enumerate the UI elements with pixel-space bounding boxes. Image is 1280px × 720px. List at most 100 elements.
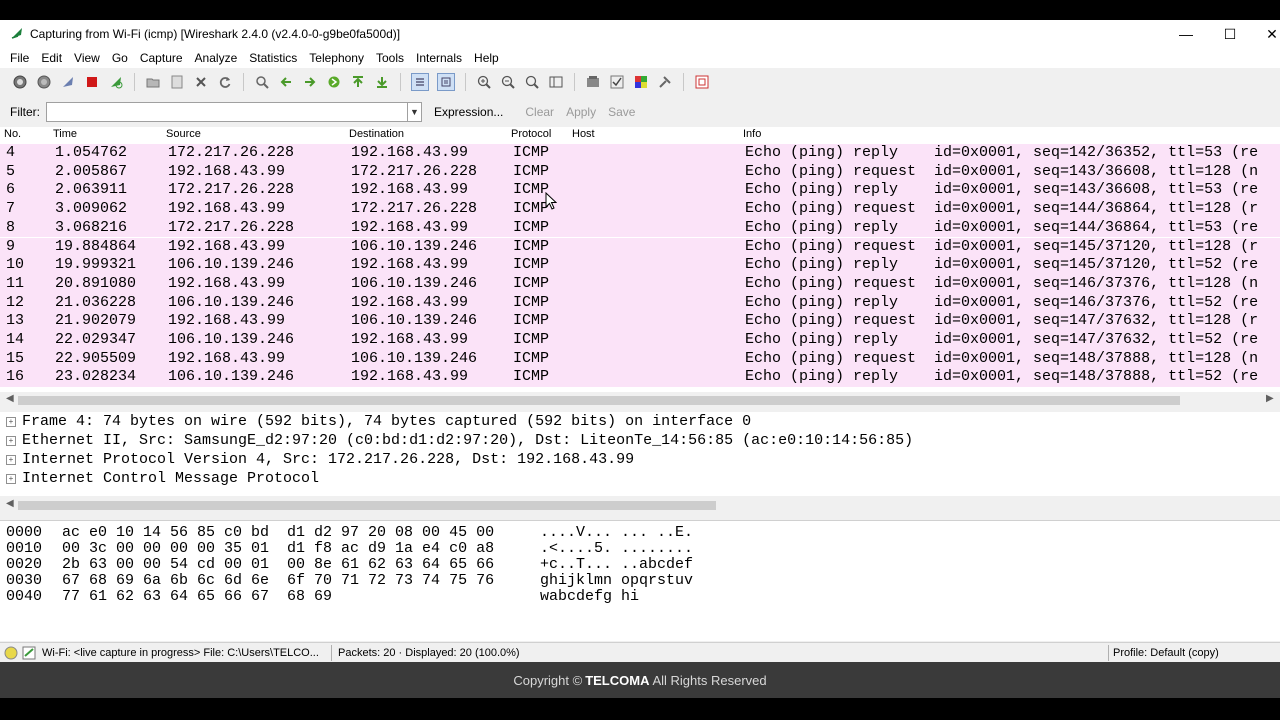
- expand-icon[interactable]: +: [6, 455, 16, 465]
- packet-row[interactable]: 4 1.054762 172.217.26.228 192.168.43.99 ICMP…: [0, 144, 1280, 163]
- packet-row[interactable]: 13 21.902079 192.168.43.99 106.10.139.246 IC…: [0, 312, 1280, 331]
- details-scrollbar[interactable]: ◀: [0, 497, 1280, 513]
- column-time[interactable]: Time: [53, 128, 77, 140]
- cell-info: Echo (ping) reply id=0x0001, seq=145/371…: [745, 256, 1259, 274]
- expand-icon[interactable]: +: [6, 474, 16, 484]
- filter-input[interactable]: [46, 102, 408, 122]
- cell-time: 2.005867: [55, 162, 128, 180]
- cell-source: 192.168.43.99: [168, 274, 286, 292]
- cell-destination: 192.168.43.99: [351, 293, 469, 311]
- menu-capture[interactable]: Capture: [140, 51, 183, 65]
- packet-row[interactable]: 10 19.999321 106.10.139.246 192.168.43.99 IC…: [0, 256, 1280, 275]
- packet-row[interactable]: 12 21.036228 106.10.139.246 192.168.43.99 IC…: [0, 293, 1280, 313]
- packet-row[interactable]: 9 19.884864 192.168.43.99 106.10.139.246 ICM…: [0, 237, 1280, 257]
- go-back-icon[interactable]: [278, 74, 294, 90]
- column-no[interactable]: No.: [4, 128, 21, 140]
- expert-info-icon[interactable]: [4, 646, 18, 660]
- scroll-thumb[interactable]: [18, 396, 1180, 405]
- cell-protocol: ICMP: [513, 293, 550, 311]
- menu-help[interactable]: Help: [474, 51, 499, 65]
- maximize-button[interactable]: ☐: [1208, 20, 1252, 48]
- go-forward-icon[interactable]: [302, 74, 318, 90]
- packet-row[interactable]: 14 22.029347 106.10.139.246 192.168.43.99 IC…: [0, 331, 1280, 350]
- save-filter-button[interactable]: Save: [608, 105, 635, 119]
- normal-size-icon[interactable]: [524, 74, 540, 90]
- zoom-in-icon[interactable]: [476, 74, 492, 90]
- top-black-band: [0, 0, 1280, 20]
- colorize-icon[interactable]: [411, 73, 429, 91]
- expand-icon[interactable]: +: [6, 436, 16, 446]
- menu-edit[interactable]: Edit: [41, 51, 62, 65]
- hex-bytes: ac e0 10 14 56 85 c0 bd d1 d2 97 20 08 0…: [62, 524, 495, 541]
- status-separator: [1108, 645, 1109, 661]
- scroll-thumb[interactable]: [18, 501, 716, 510]
- minimize-button[interactable]: —: [1164, 20, 1208, 48]
- autoscroll-icon[interactable]: [437, 73, 455, 91]
- go-last-icon[interactable]: [374, 74, 390, 90]
- scroll-right-icon[interactable]: ▶: [1266, 393, 1274, 404]
- clear-button[interactable]: Clear: [525, 105, 554, 119]
- zoom-out-icon[interactable]: [500, 74, 516, 90]
- packet-row[interactable]: 6 2.063911 172.217.26.228 192.168.43.99 ICMP…: [0, 181, 1280, 201]
- column-info[interactable]: Info: [743, 128, 761, 140]
- column-host[interactable]: Host: [572, 128, 595, 140]
- help-icon[interactable]: [694, 74, 710, 90]
- cell-info: Echo (ping) request id=0x0001, seq=147/3…: [745, 312, 1259, 330]
- save-file-icon[interactable]: [169, 74, 185, 90]
- column-destination[interactable]: Destination: [349, 128, 404, 140]
- cell-source: 192.168.43.99: [168, 162, 286, 180]
- status-bar: Wi-Fi: <live capture in progress> File: …: [0, 642, 1280, 663]
- coloring-rules-icon[interactable]: [633, 74, 649, 90]
- scroll-left-icon[interactable]: ◀: [6, 393, 14, 404]
- menu-go[interactable]: Go: [112, 51, 128, 65]
- expression-button[interactable]: Expression...: [434, 105, 503, 119]
- go-first-icon[interactable]: [350, 74, 366, 90]
- display-filters-icon[interactable]: [609, 74, 625, 90]
- close-button[interactable]: ✕: [1250, 20, 1280, 48]
- packet-list-scrollbar[interactable]: ◀ ▶: [0, 392, 1280, 408]
- restart-capture-icon[interactable]: [60, 74, 76, 90]
- go-to-packet-icon[interactable]: [326, 74, 342, 90]
- find-packet-icon[interactable]: [254, 74, 270, 90]
- reload-file-icon[interactable]: [217, 74, 233, 90]
- menu-internals[interactable]: Internals: [416, 51, 462, 65]
- title-bar: Capturing from Wi-Fi (icmp) [Wireshark 2…: [0, 20, 1280, 48]
- resize-columns-icon[interactable]: [548, 74, 564, 90]
- menu-analyze[interactable]: Analyze: [195, 51, 238, 65]
- cell-protocol: ICMP: [513, 368, 550, 386]
- profile-text[interactable]: Profile: Default (copy): [1113, 647, 1219, 659]
- copyright-suffix: All Rights Reserved: [652, 672, 767, 688]
- column-source[interactable]: Source: [166, 128, 201, 140]
- packet-row[interactable]: 16 23.028234 106.10.139.246 192.168.43.99 IC…: [0, 368, 1280, 388]
- cell-destination: 172.217.26.228: [351, 162, 478, 180]
- filter-dropdown-icon[interactable]: ▼: [408, 102, 422, 122]
- apply-button[interactable]: Apply: [566, 105, 596, 119]
- open-file-icon[interactable]: [145, 74, 161, 90]
- menu-view[interactable]: View: [74, 51, 100, 65]
- packet-row[interactable]: 15 22.905509 192.168.43.99 106.10.139.246 IC…: [0, 349, 1280, 369]
- capture-filters-icon[interactable]: [585, 74, 601, 90]
- expand-icon[interactable]: +: [6, 417, 16, 427]
- reload-icon[interactable]: [108, 74, 124, 90]
- menu-statistics[interactable]: Statistics: [249, 51, 297, 65]
- start-capture-icon[interactable]: [12, 74, 28, 90]
- cell-protocol: ICMP: [513, 349, 550, 367]
- column-protocol[interactable]: Protocol: [511, 128, 551, 140]
- cell-source: 106.10.139.246: [168, 293, 295, 311]
- scroll-left-icon[interactable]: ◀: [6, 498, 14, 509]
- packet-row[interactable]: 7 3.009062 192.168.43.99 172.217.26.228 ICMP…: [0, 200, 1280, 219]
- capture-comment-icon[interactable]: [22, 646, 36, 660]
- close-file-icon[interactable]: [193, 74, 209, 90]
- packet-row[interactable]: 8 3.068216 172.217.26.228 192.168.43.99 ICMP…: [0, 218, 1280, 238]
- preferences-icon[interactable]: [657, 74, 673, 90]
- packet-row[interactable]: 11 20.891080 192.168.43.99 106.10.139.246 IC…: [0, 274, 1280, 294]
- hex-ascii: ....V... ... ..E.: [540, 524, 694, 541]
- toolbar-separator: [683, 73, 684, 91]
- menu-file[interactable]: File: [10, 51, 29, 65]
- packet-row[interactable]: 5 2.005867 192.168.43.99 172.217.26.228 ICMP…: [0, 162, 1280, 182]
- stop-capture-icon[interactable]: [36, 74, 52, 90]
- toolbar-separator: [134, 73, 135, 91]
- menu-telephony[interactable]: Telephony: [309, 51, 364, 65]
- capture-options-icon[interactable]: [84, 74, 100, 90]
- menu-tools[interactable]: Tools: [376, 51, 404, 65]
